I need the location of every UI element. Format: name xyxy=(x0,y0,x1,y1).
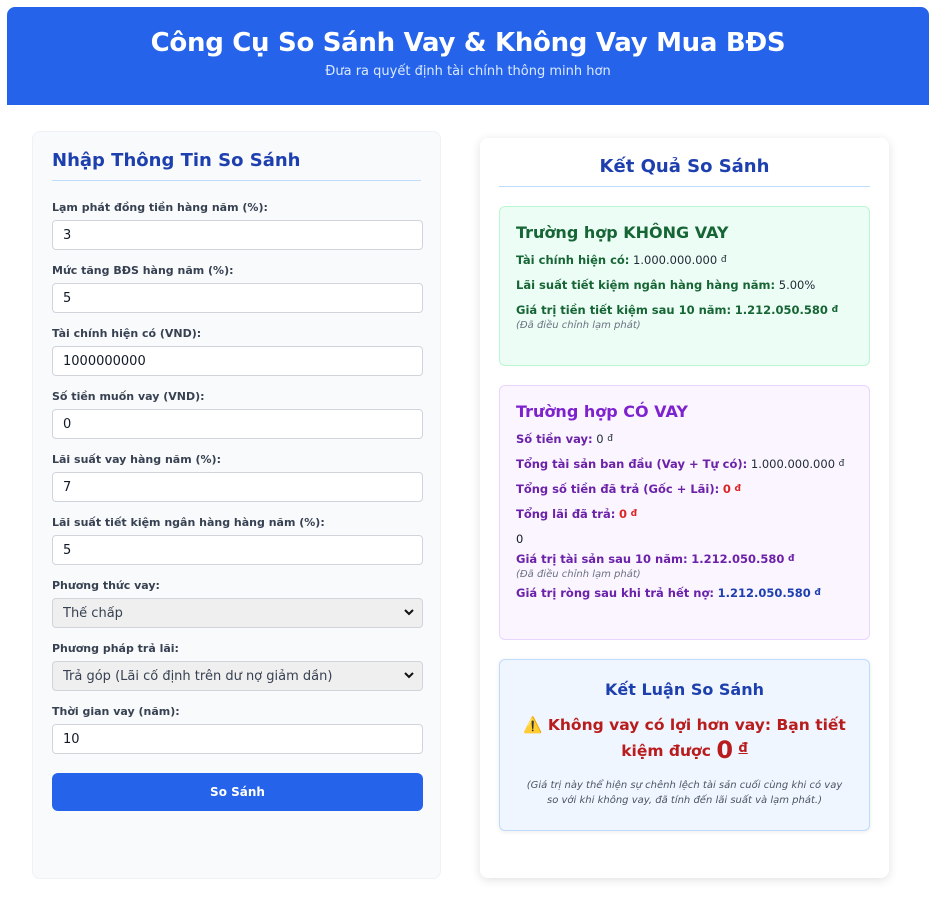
currency-symbol: đ xyxy=(630,509,638,519)
no-loan-funds-row: Tài chính hiện có: 1.000.000.000 đ xyxy=(516,253,853,268)
no-loan-rate-row: Lãi suất tiết kiệm ngân hàng hàng năm: 5… xyxy=(516,278,853,293)
page-title: Công Cụ So Sánh Vay & Không Vay Mua BĐS xyxy=(150,28,786,58)
field-loan-method: Phương thức vay: Thế chấp xyxy=(52,579,423,628)
interest-paid-value: 0 xyxy=(619,507,628,521)
with-loan-title: Trường hợp CÓ VAY xyxy=(516,402,688,421)
no-loan-savings-row: Giá trị tiền tiết kiệm sau 10 năm: 1.212… xyxy=(516,303,853,318)
no-loan-note: (Đã điều chỉnh lạm phát) xyxy=(516,320,641,331)
conclusion-message: ⚠️ Không vay có lợi hơn vay: Bạn tiết ki… xyxy=(516,713,853,763)
no-loan-title: Trường hợp KHÔNG VAY xyxy=(516,223,729,242)
no-loan-card: Trường hợp KHÔNG VAY Tài chính hiện có: … xyxy=(499,206,870,366)
interest-paid-label: Tổng lãi đã trả: xyxy=(516,507,616,521)
net-value-label: Giá trị ròng sau khi trả hết nợ: xyxy=(516,586,714,600)
currency-symbol: đ xyxy=(838,459,845,469)
warning-icon: ⚠️ xyxy=(523,716,543,734)
field-loan-amount: Số tiền muốn vay (VND): xyxy=(52,390,423,439)
loan-amount-row: Số tiền vay: 0 đ xyxy=(516,432,853,447)
field-loan-rate: Lãi suất vay hàng năm (%): xyxy=(52,453,423,502)
field-loan-term: Thời gian vay (năm): xyxy=(52,705,423,754)
extra-value: 0 xyxy=(516,532,524,546)
field-savings-rate: Lãi suất tiết kiệm ngân hàng hàng năm (%… xyxy=(52,516,423,565)
total-paid-row: Tổng số tiền đã trả (Gốc + Lãi): 0 đ xyxy=(516,482,853,497)
currency-symbol: đ xyxy=(734,484,741,494)
asset-value-label: Giá trị tài sản sau 10 năm: xyxy=(516,552,688,566)
loan-method-select[interactable]: Thế chấp xyxy=(52,598,423,628)
current-funds-label: Tài chính hiện có (VND): xyxy=(52,327,202,340)
total-paid-value: 0 xyxy=(722,482,731,496)
conclusion-text: Không vay có lợi hơn vay: Bạn tiết kiệm … xyxy=(547,716,846,760)
interest-paid-row: Tổng lãi đã trả: 0 đ xyxy=(516,507,853,522)
asset-value-row: Giá trị tài sản sau 10 năm: 1.212.050.58… xyxy=(516,552,853,567)
compare-button[interactable]: So Sánh xyxy=(52,773,423,811)
conclusion-card: Kết Luận So Sánh ⚠️ Không vay có lợi hơn… xyxy=(499,659,870,831)
no-loan-funds-label: Tài chính hiện có: xyxy=(516,253,630,267)
loan-term-input[interactable] xyxy=(52,724,423,754)
current-funds-input[interactable] xyxy=(52,346,423,376)
field-inflation: Lạm phát đồng tiền hàng năm (%): xyxy=(52,201,423,250)
result-panel-title: Kết Quả So Sánh xyxy=(499,156,870,187)
currency-symbol: đ xyxy=(814,588,821,598)
loan-amount-result-value: 0 xyxy=(596,432,604,446)
repayment-method-wrap: Trả góp (Lãi cố định trên dư nợ giảm dần… xyxy=(52,661,423,691)
no-loan-funds-value: 1.000.000.000 xyxy=(633,253,718,267)
page-subtitle: Đưa ra quyết định tài chính thông minh h… xyxy=(325,64,611,79)
currency-symbol: đ xyxy=(607,434,613,444)
input-panel: Nhập Thông Tin So Sánh Lạm phát đồng tiề… xyxy=(32,131,441,879)
currency-symbol: đ xyxy=(788,554,795,564)
loan-rate-label: Lãi suất vay hàng năm (%): xyxy=(52,453,221,466)
currency-symbol: đ xyxy=(720,255,727,265)
property-growth-label: Mức tăng BĐS hàng năm (%): xyxy=(52,264,234,277)
no-loan-rate-value: 5.00% xyxy=(778,278,816,292)
loan-rate-input[interactable] xyxy=(52,472,423,502)
repayment-method-label: Phương pháp trả lãi: xyxy=(52,642,179,655)
conclusion-title: Kết Luận So Sánh xyxy=(605,680,764,699)
conclusion-note: (Giá trị này thể hiện sự chênh lệch tài … xyxy=(526,780,843,806)
savings-rate-label: Lãi suất tiết kiệm ngân hàng hàng năm (%… xyxy=(52,516,325,529)
loan-amount-input[interactable] xyxy=(52,409,423,439)
input-panel-title: Nhập Thông Tin So Sánh xyxy=(52,150,421,181)
initial-assets-label: Tổng tài sản ban đầu (Vay + Tự có): xyxy=(516,457,748,471)
currency-symbol: đ xyxy=(738,741,748,756)
net-value: 1.212.050.580 xyxy=(717,586,811,600)
initial-assets-value: 1.000.000.000 xyxy=(750,457,836,471)
net-value-row: Giá trị ròng sau khi trả hết nợ: 1.212.0… xyxy=(516,586,853,601)
property-growth-input[interactable] xyxy=(52,283,423,313)
loan-amount-result-label: Số tiền vay: xyxy=(516,432,593,446)
loan-method-label: Phương thức vay: xyxy=(52,579,160,592)
no-loan-savings-value: 1.212.050.580 xyxy=(734,303,828,317)
no-loan-savings-label: Giá trị tiền tiết kiệm sau 10 năm: xyxy=(516,303,732,317)
repayment-method-select[interactable]: Trả góp (Lãi cố định trên dư nợ giảm dần… xyxy=(52,661,423,691)
loan-amount-label: Số tiền muốn vay (VND): xyxy=(52,390,205,403)
field-property-growth: Mức tăng BĐS hàng năm (%): xyxy=(52,264,423,313)
with-loan-card: Trường hợp CÓ VAY Số tiền vay: 0 đ Tổng … xyxy=(499,385,870,640)
inflation-label: Lạm phát đồng tiền hàng năm (%): xyxy=(52,201,268,214)
loan-method-wrap: Thế chấp xyxy=(52,598,423,628)
with-loan-note: (Đã điều chỉnh lạm phát) xyxy=(516,569,641,580)
currency-symbol: đ xyxy=(831,305,839,315)
loan-term-label: Thời gian vay (năm): xyxy=(52,705,180,718)
initial-assets-row: Tổng tài sản ban đầu (Vay + Tự có): 1.00… xyxy=(516,457,853,472)
inflation-input[interactable] xyxy=(52,220,423,250)
result-panel: Kết Quả So Sánh Trường hợp KHÔNG VAY Tài… xyxy=(480,138,889,878)
total-paid-label: Tổng số tiền đã trả (Gốc + Lãi): xyxy=(516,482,720,496)
no-loan-rate-label: Lãi suất tiết kiệm ngân hàng hàng năm: xyxy=(516,278,776,292)
page-header: Công Cụ So Sánh Vay & Không Vay Mua BĐS … xyxy=(7,7,929,105)
asset-value: 1.212.050.580 xyxy=(691,552,785,566)
field-current-funds: Tài chính hiện có (VND): xyxy=(52,327,423,376)
conclusion-amount: 0 xyxy=(716,736,734,764)
savings-rate-input[interactable] xyxy=(52,535,423,565)
field-repayment-method: Phương pháp trả lãi: Trả góp (Lãi cố địn… xyxy=(52,642,423,691)
